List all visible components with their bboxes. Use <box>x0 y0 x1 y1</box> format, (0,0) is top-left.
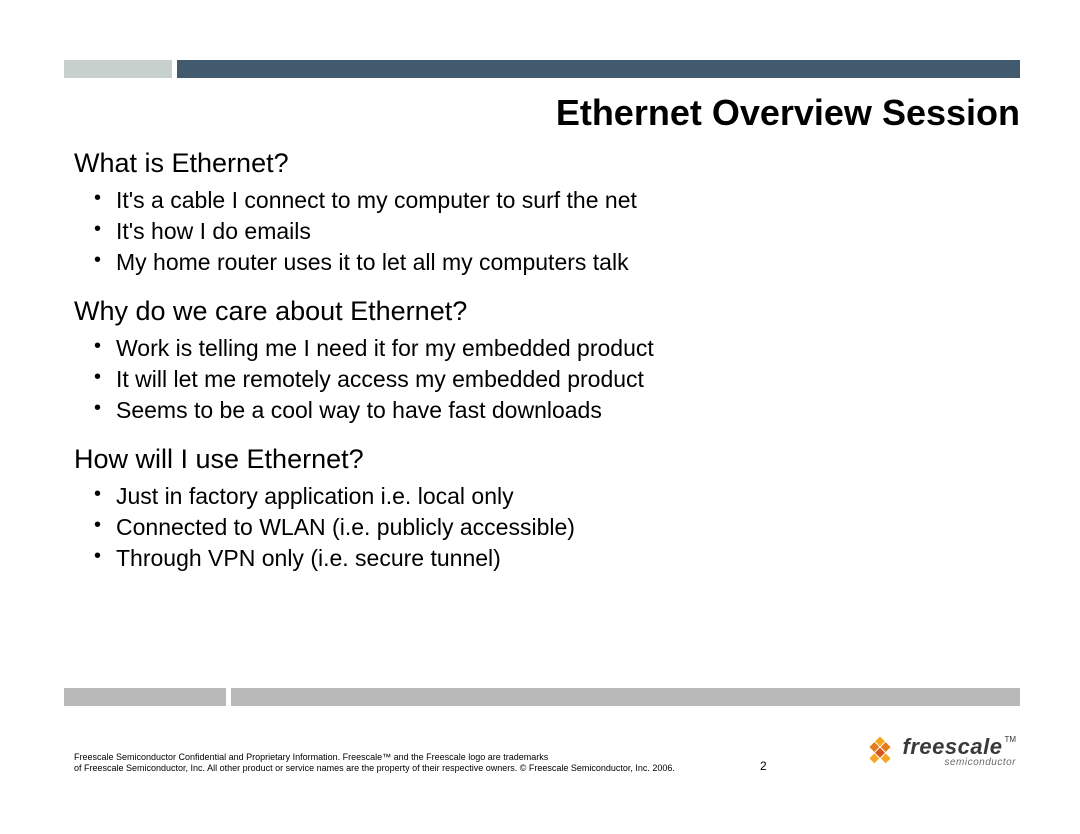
logo-text-block: freescale TM semiconductor <box>903 736 1016 768</box>
bullet-list: Just in factory application i.e. local o… <box>74 481 1020 574</box>
bullet-list: Work is telling me I need it for my embe… <box>74 333 1020 426</box>
logo-main-line: freescale TM <box>903 736 1016 758</box>
section-heading: What is Ethernet? <box>74 148 1020 179</box>
slide-content: What is Ethernet? It's a cable I connect… <box>74 148 1020 592</box>
section-heading: Why do we care about Ethernet? <box>74 296 1020 327</box>
bottom-decor-notch <box>226 688 231 712</box>
slide-title: Ethernet Overview Session <box>556 92 1020 134</box>
footer-line-1: Freescale Semiconductor Confidential and… <box>74 752 548 762</box>
footer-disclaimer: Freescale Semiconductor Confidential and… <box>74 752 714 774</box>
section-heading: How will I use Ethernet? <box>74 444 1020 475</box>
bullet-item: Connected to WLAN (i.e. publicly accessi… <box>116 512 1020 543</box>
section-0: What is Ethernet? It's a cable I connect… <box>74 148 1020 278</box>
bullet-item: Through VPN only (i.e. secure tunnel) <box>116 543 1020 574</box>
slide: Ethernet Overview Session What is Ethern… <box>0 0 1080 834</box>
freescale-logo-icon <box>863 735 897 769</box>
logo-name: freescale <box>903 736 1003 758</box>
logo-subtitle: semiconductor <box>903 758 1016 768</box>
bullet-item: My home router uses it to let all my com… <box>116 247 1020 278</box>
bullet-item: It's how I do emails <box>116 216 1020 247</box>
bullet-item: Just in factory application i.e. local o… <box>116 481 1020 512</box>
logo-tm: TM <box>1004 736 1016 744</box>
footer-line-2: of Freescale Semiconductor, Inc. All oth… <box>74 763 675 773</box>
bullet-item: It will let me remotely access my embedd… <box>116 364 1020 395</box>
section-2: How will I use Ethernet? Just in factory… <box>74 444 1020 574</box>
bullet-list: It's a cable I connect to my computer to… <box>74 185 1020 278</box>
bar-segment-light <box>64 60 172 78</box>
bottom-decor-bar <box>64 688 1020 706</box>
freescale-logo: freescale TM semiconductor <box>863 735 1016 769</box>
bullet-item: Seems to be a cool way to have fast down… <box>116 395 1020 426</box>
bar-segment-dark <box>177 60 1020 78</box>
bullet-item: It's a cable I connect to my computer to… <box>116 185 1020 216</box>
top-decor-bar <box>64 60 1020 78</box>
section-1: Why do we care about Ethernet? Work is t… <box>74 296 1020 426</box>
page-number: 2 <box>760 759 767 773</box>
bullet-item: Work is telling me I need it for my embe… <box>116 333 1020 364</box>
